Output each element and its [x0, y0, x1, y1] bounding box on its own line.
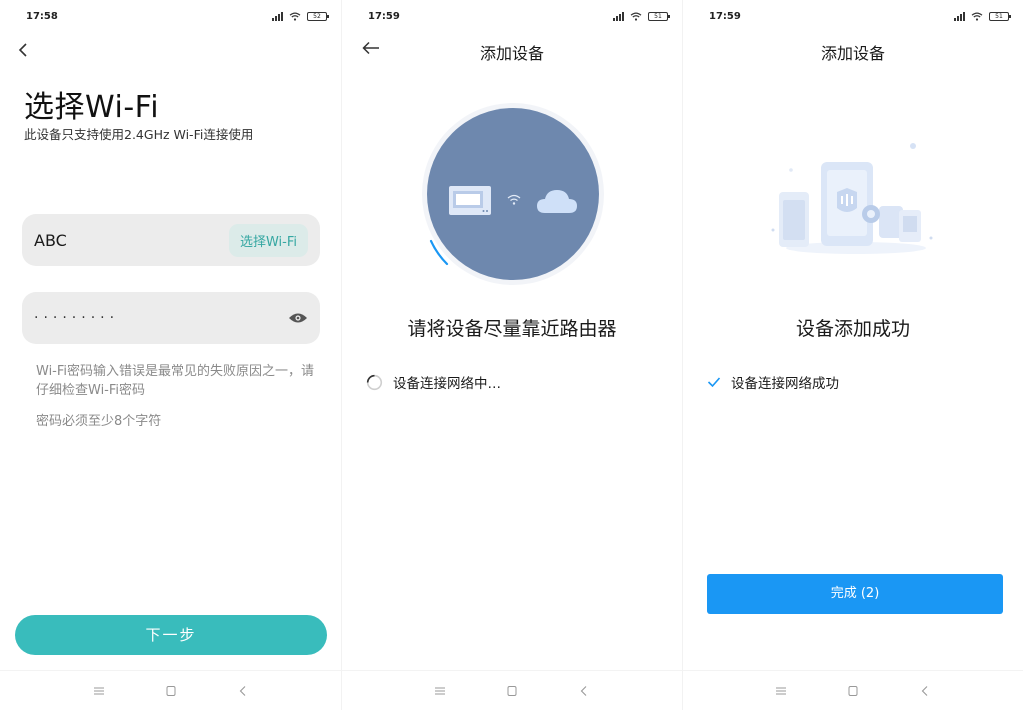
page-title: 选择Wi-Fi	[24, 90, 160, 125]
signal-icon	[613, 11, 624, 21]
status-icons: 51	[613, 11, 670, 21]
wifi-status-icon	[971, 12, 983, 21]
device-icon	[449, 186, 491, 215]
success-text: 设备连接网络成功	[731, 376, 839, 392]
home-icon[interactable]	[164, 685, 178, 697]
page-subtitle: 此设备只支持使用2.4GHz Wi-Fi连接使用	[24, 127, 254, 142]
connecting-message: 请将设备尽量靠近路由器	[407, 318, 617, 340]
status-time: 17:59	[709, 10, 741, 22]
wifi-status-icon	[630, 12, 642, 21]
nav-title: 添加设备	[479, 44, 544, 63]
wifi-signal-icon	[507, 194, 521, 205]
system-nav-bar	[683, 670, 1023, 710]
password-value: ·········	[34, 310, 120, 326]
connecting-illustration	[427, 108, 599, 280]
battery-level: 51	[995, 12, 1003, 20]
nav-back-icon[interactable]	[236, 685, 250, 697]
nav-back-icon[interactable]	[577, 685, 591, 697]
menu-icon[interactable]	[433, 685, 447, 697]
screen-add-device-success: 17:59 51 添加设备 设备添加成功 设备连接网络成功 完成 (2)	[682, 0, 1023, 710]
cloud-icon	[537, 190, 577, 213]
signal-icon	[954, 11, 965, 21]
battery-level: 52	[313, 12, 321, 20]
chevron-left-icon[interactable]	[18, 42, 28, 62]
home-icon[interactable]	[505, 685, 519, 697]
hint-wrong-password: Wi-Fi密码输入错误是最常见的失败原因之一，请仔细检查Wi-Fi密码	[36, 364, 315, 398]
ssid-value: ABC	[34, 230, 67, 250]
menu-icon[interactable]	[92, 685, 106, 697]
loading-spinner-icon	[366, 374, 383, 390]
success-message: 设备添加成功	[795, 318, 910, 340]
next-button[interactable]: 下一步	[15, 615, 327, 655]
status-bar: 17:59 51	[683, 0, 1023, 32]
signal-icon	[272, 11, 283, 21]
status-icons: 52	[272, 11, 329, 21]
status-bar: 17:59 51	[342, 0, 682, 32]
battery-icon: 51	[989, 11, 1011, 21]
screen-select-wifi: 17:58 52 选择Wi-Fi 此设备只支持使用2.4GHz Wi-Fi连接使…	[0, 0, 341, 710]
status-time: 17:59	[368, 10, 400, 22]
nav-back-icon[interactable]	[918, 685, 932, 697]
progress-text: 设备连接网络中…	[393, 376, 501, 392]
choose-wifi-button[interactable]: 选择Wi-Fi	[228, 223, 308, 257]
nav-title: 添加设备	[820, 44, 885, 63]
battery-icon: 52	[307, 11, 329, 21]
system-nav-bar	[0, 670, 341, 710]
battery-icon: 51	[648, 11, 670, 21]
status-icons: 51	[954, 11, 1011, 21]
menu-icon[interactable]	[774, 685, 788, 697]
smart-devices-illustration	[771, 143, 933, 254]
screens-container: 17:58 52 选择Wi-Fi 此设备只支持使用2.4GHz Wi-Fi连接使…	[0, 0, 1024, 710]
home-icon[interactable]	[846, 685, 860, 697]
done-button[interactable]: 完成 (2)	[707, 574, 1003, 614]
ssid-field[interactable]: ABC 选择Wi-Fi	[22, 214, 320, 266]
success-row: 设备连接网络成功	[707, 372, 839, 392]
screen-add-device-connecting: 17:59 51 添加设备 请将设备尽量靠近路由器 设备连接网络中…	[341, 0, 682, 710]
wifi-status-icon	[289, 12, 301, 21]
progress-row: 设备连接网络中…	[366, 372, 501, 392]
password-field[interactable]: ·········	[22, 292, 320, 344]
battery-level: 51	[654, 12, 662, 20]
hint-min-length: 密码必须至少8个字符	[36, 414, 162, 429]
status-time: 17:58	[26, 10, 58, 22]
eye-icon[interactable]	[288, 312, 308, 324]
check-icon	[707, 377, 721, 388]
status-bar: 17:58 52	[0, 0, 341, 32]
system-nav-bar	[342, 670, 682, 710]
